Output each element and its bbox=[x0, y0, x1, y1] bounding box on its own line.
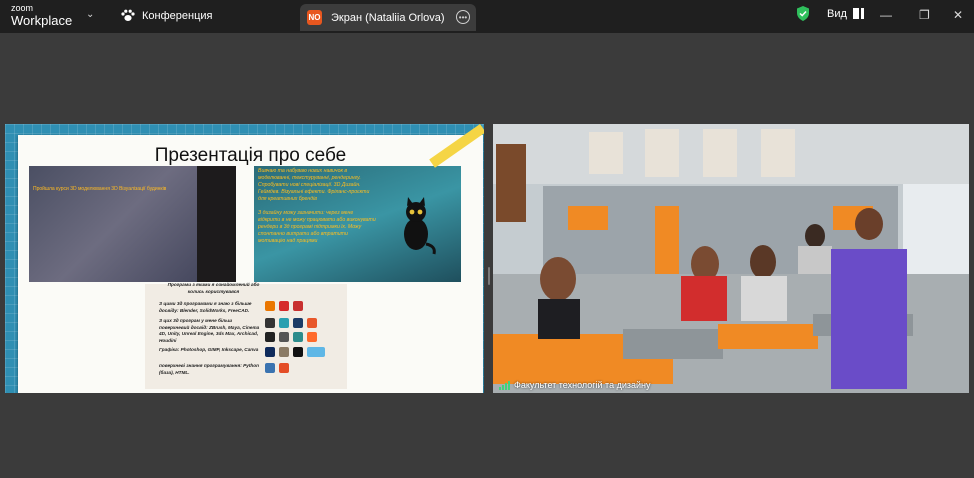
gimp-icon bbox=[279, 347, 289, 357]
program-icons-row5 bbox=[265, 363, 289, 373]
participant-video[interactable]: Факультет технологій та дизайну bbox=[493, 124, 969, 393]
classroom-video-frame bbox=[493, 124, 969, 393]
programs-graphics: Графіка: Photoshop, GIMP, Inkscape, Canv… bbox=[159, 347, 259, 352]
freecad-icon bbox=[293, 301, 303, 311]
meeting-title[interactable]: Конференция bbox=[121, 9, 212, 22]
participant-name: Факультет технологій та дизайну bbox=[514, 380, 651, 390]
maya-icon bbox=[279, 318, 289, 328]
cinema4d-icon bbox=[293, 318, 303, 328]
program-icons-row4 bbox=[265, 347, 325, 357]
slide-paper: Презентація про себе Пройшла курси 3D мо… bbox=[18, 135, 483, 393]
python-icon bbox=[265, 363, 275, 373]
blender-icon bbox=[265, 301, 275, 311]
3dsmax-icon bbox=[293, 332, 303, 342]
participant-name-tag: Факультет технологій та дизайну bbox=[499, 380, 651, 390]
logo-line2: Workplace bbox=[11, 13, 73, 28]
solidworks-icon bbox=[279, 301, 289, 311]
screen-share-tab[interactable]: NO Экран (Nataliia Orlova) ••• bbox=[300, 4, 476, 31]
left-image-caption: Пройшла курси 3D моделювання 3D Візуаліз… bbox=[33, 186, 167, 192]
right-image-text-2: З дизайну можу зазначити: через мене від… bbox=[258, 210, 376, 245]
view-control[interactable]: Вид bbox=[796, 6, 864, 21]
shared-screen-slide: Презентація про себе Пройшла курси 3D мо… bbox=[5, 124, 484, 393]
chevron-down-icon[interactable]: ⌄ bbox=[86, 9, 94, 20]
cat-render-image: Вивчаю та набуваю нових навичок в моделю… bbox=[254, 166, 461, 282]
zbrush-icon bbox=[265, 318, 275, 328]
archicad-icon bbox=[307, 318, 317, 328]
logo-line1: zoom bbox=[11, 3, 34, 13]
paw-icon bbox=[121, 9, 135, 21]
title-bar: zoom Workplace ⌄ Конференция NO Экран (N… bbox=[0, 0, 974, 33]
slide-title: Презентація про себе bbox=[154, 145, 347, 166]
view-label: Вид bbox=[827, 7, 847, 20]
photoshop-icon bbox=[265, 347, 275, 357]
program-icons-row2 bbox=[265, 318, 317, 328]
zoom-logo: zoom Workplace bbox=[11, 3, 73, 28]
meeting-title-label: Конференция bbox=[142, 9, 213, 22]
presenter-badge: NO bbox=[307, 10, 322, 25]
right-image-caption: Вивчаю та набуваю нових навичок в моделю… bbox=[258, 168, 376, 245]
unity-icon bbox=[265, 332, 275, 342]
close-icon[interactable]: ✕ bbox=[953, 8, 963, 22]
minimize-icon[interactable]: — bbox=[880, 8, 892, 22]
programs-3d-more: З цих 3д програм у мене більш поверхневи… bbox=[159, 318, 260, 343]
program-icons-row1 bbox=[265, 301, 303, 311]
city-render-image: Пройшла курси 3D моделювання 3D Візуаліз… bbox=[29, 166, 236, 282]
black-cat-illustration bbox=[404, 197, 436, 255]
dark-image-strip bbox=[197, 166, 236, 282]
html-icon bbox=[279, 363, 289, 373]
right-image-text: Вивчаю та набуваю нових навичок в моделю… bbox=[258, 168, 370, 203]
programs-intro: Програми з якими я ознайомлений або коли… bbox=[167, 282, 260, 294]
inkscape-icon bbox=[293, 347, 303, 357]
more-icon[interactable]: ••• bbox=[456, 10, 470, 24]
screen-share-label: Экран (Nataliia Orlova) bbox=[331, 11, 445, 24]
canva-icon bbox=[307, 347, 325, 357]
restore-icon[interactable]: ❐ bbox=[919, 8, 930, 22]
programs-3d: З цими 3д програмами я знаю з більше дос… bbox=[159, 301, 252, 313]
houdini-icon bbox=[307, 332, 317, 342]
program-icons-row3 bbox=[265, 332, 317, 342]
view-grid-icon bbox=[852, 8, 864, 19]
programs-code: поверхневі знання програмування: Python … bbox=[159, 363, 260, 375]
signal-strength-icon bbox=[499, 380, 510, 390]
shield-check-icon bbox=[797, 6, 809, 21]
split-divider-handle[interactable] bbox=[488, 267, 490, 285]
unreal-icon bbox=[279, 332, 289, 342]
